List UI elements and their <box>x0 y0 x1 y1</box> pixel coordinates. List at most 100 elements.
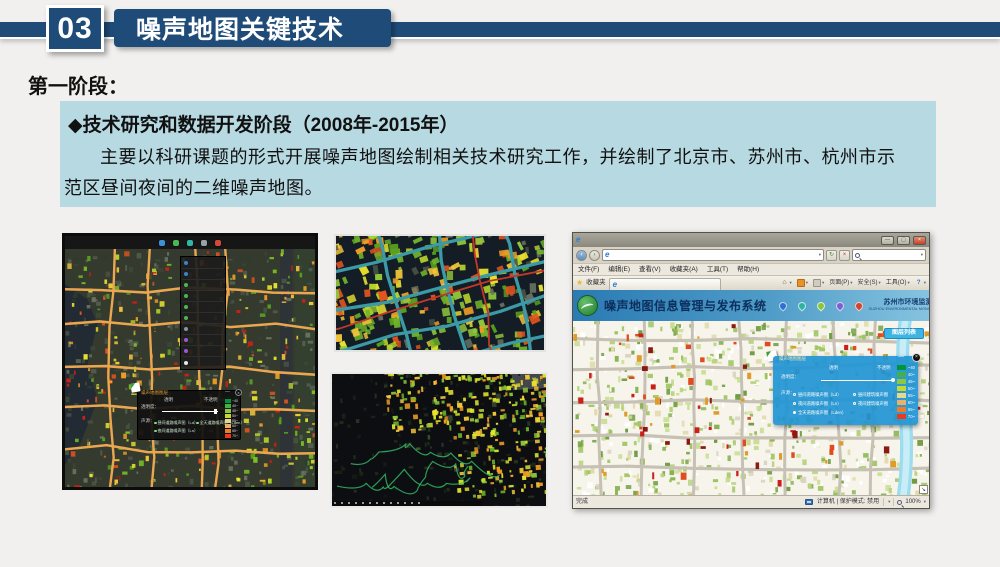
3d-city-noise-render <box>336 236 544 350</box>
legend-swatch <box>225 414 231 418</box>
radio-icon <box>793 411 796 414</box>
screenshot-noise-map-app: 电子地图卫星地图噪声地图噪声监测噪声投诉功能区划环境质量敏感建筑道路信息图层管理… <box>62 233 318 490</box>
layer-menu-item[interactable]: 噪声地图 <box>182 280 224 291</box>
radio-icon <box>154 430 157 433</box>
browser-commandbar: ▾▾▾页面(P)▾安全(S)▾工具(O)▾▾ <box>780 279 926 287</box>
back-button[interactable]: ‹ <box>576 250 587 261</box>
radio-icon <box>853 393 856 396</box>
zoom-icon <box>897 500 902 505</box>
legend-swatch <box>225 434 231 438</box>
layer-menu-item[interactable]: 噪声投诉 <box>182 302 224 313</box>
close-icon[interactable]: × <box>912 353 921 362</box>
radio-icon <box>793 402 796 405</box>
search-input[interactable]: 百度搜索 ▾ <box>852 249 926 261</box>
tab-icon: e <box>613 281 617 289</box>
opacity-slider[interactable] <box>162 411 218 412</box>
organization-name-en: SUZHOU ENVIRONMENTAL MONITOR CENTRE <box>869 307 930 312</box>
legend-swatch <box>897 414 906 420</box>
divider <box>893 498 894 506</box>
pin-blue-icon[interactable] <box>159 240 165 246</box>
section-title-box: 噪声地图关键技术 <box>114 9 391 47</box>
layers-corner-icon[interactable] <box>130 382 140 392</box>
layer-menu-item[interactable]: 噪声监测 <box>182 291 224 302</box>
layer-menu-item[interactable]: 道路信息 <box>182 346 224 357</box>
pin-green-icon[interactable] <box>173 240 179 246</box>
pin-teal-icon[interactable] <box>796 300 807 311</box>
noise-layer-option[interactable]: 夜间道路噪声图（Ln） <box>154 427 198 435</box>
command-item[interactable]: ▾ <box>915 279 926 287</box>
noise-layer-option[interactable]: 全天道路噪声图（Lden） <box>793 408 846 417</box>
layer-menu-item[interactable]: 环境质量 <box>182 324 224 335</box>
content-body-line1: 主要以科研课题的形式开展噪声地图绘制相关技术研究工作，并绘制了北京市、苏州市、杭… <box>100 143 896 169</box>
layer-menu-item[interactable]: 图层管理 <box>182 357 224 368</box>
radio-icon <box>853 402 856 405</box>
command-item[interactable]: ▾ <box>813 279 824 287</box>
layer-icon <box>184 272 188 276</box>
radio-icon <box>196 422 199 425</box>
noise-layer-option[interactable]: 昼间道路噪声图（Ld） <box>154 419 198 427</box>
pin-red-icon[interactable] <box>215 240 221 246</box>
opacity-slider-thumb[interactable] <box>891 378 895 382</box>
computer-icon <box>805 499 813 505</box>
noise-layer-options: 昼间建筑噪声图夜间建筑噪声图 <box>853 390 888 408</box>
browser-menubar: 文件(F)编辑(E)查看(V)收藏夹(A)工具(T)帮助(H) <box>573 263 929 275</box>
close-icon[interactable]: × <box>235 389 242 396</box>
pin-teal-icon[interactable] <box>187 240 193 246</box>
noise-layer-options: 昼间道路噪声图（Ld）夜间道路噪声图（Ln） <box>154 419 198 435</box>
opacity-slider[interactable] <box>821 380 895 381</box>
noise-layer-option[interactable]: 昼间建筑噪声图 <box>853 390 888 399</box>
pin-gray-icon[interactable] <box>201 240 207 246</box>
close-button[interactable]: × <box>913 236 926 245</box>
content-body-line2: 范区昼间夜间的二维噪声地图。 <box>64 174 323 200</box>
pin-green-icon[interactable] <box>815 300 826 311</box>
stop-button[interactable]: × <box>839 250 850 261</box>
noise-legend: ~4040~45~50~55~60~65~70~ <box>225 398 238 438</box>
image-3d-noise-map <box>334 234 546 352</box>
webapp-noise-panel: 噪声地图图层 — × 透明 不透明 透明度： 声源： 昼间道路噪声图（Ld）夜间… <box>773 356 918 425</box>
print-icon <box>813 279 821 287</box>
webapp-map-area: 图层列表 噪声地图图层 — × 透明 不透明 透明度： 声源： 昼间道路噪声图（… <box>573 321 929 495</box>
leftapp-noise-panel: 噪声地图图层 — × 透明 不透明 透明度： 声源： 昼间道路噪声图（Ld）夜间… <box>137 390 241 440</box>
layer-icon <box>184 338 188 342</box>
legend-swatch <box>897 407 906 413</box>
address-field[interactable]: e D:\project\苏州噪声地图\FlexCode\bin-debug\i… <box>602 249 824 261</box>
noise-layer-option[interactable]: 夜间道路噪声图（Ln） <box>793 399 846 408</box>
window-titlebar[interactable]: e 城市环境噪声信息管理系统 - Windows Internet Explor… <box>573 233 929 247</box>
pin-blue-icon[interactable] <box>777 300 788 311</box>
render-info-strip <box>332 501 482 506</box>
noise-layer-option[interactable]: 夜间建筑噪声图 <box>853 399 888 408</box>
minimize-button[interactable]: — <box>881 236 894 245</box>
layer-menu-item[interactable]: 电子地图 <box>182 258 224 269</box>
browser-tab[interactable]: e 城市环境噪声信息管理系统 <box>609 278 721 291</box>
opacity-slider-thumb[interactable] <box>214 409 217 414</box>
command-item[interactable]: ▾ <box>780 279 791 287</box>
command-item[interactable]: ▾ <box>797 279 808 287</box>
layer-list-button[interactable]: 图层列表 <box>884 328 924 339</box>
layer-menu-item[interactable]: 敏感建筑 <box>182 335 224 346</box>
legend-swatch <box>897 379 906 385</box>
refresh-button[interactable]: ↻ <box>826 250 837 261</box>
image-3d-terrain-noise-map <box>330 372 548 508</box>
screenshot-ie-browser: e 城市环境噪声信息管理系统 - Windows Internet Explor… <box>572 232 930 509</box>
layer-menu-item[interactable]: 功能区划 <box>182 313 224 324</box>
layer-icon <box>184 327 188 331</box>
forward-button[interactable]: › <box>589 250 600 261</box>
home-red-icon[interactable] <box>853 300 864 311</box>
webapp-logo-icon <box>577 295 598 316</box>
ie-page-icon: e <box>605 251 609 259</box>
layer-menu-item[interactable]: 卫星地图 <box>182 269 224 280</box>
pin-purple-icon[interactable] <box>834 300 845 311</box>
section-title: 噪声地图关键技术 <box>136 10 344 46</box>
legend-swatch <box>225 399 231 403</box>
map-resize-icon[interactable]: ↘ <box>919 485 928 494</box>
favorites-bar: ★ 收藏夹 e 城市环境噪声信息管理系统 ▾▾▾页面(P)▾安全(S)▾工具(O… <box>573 275 929 290</box>
legend-swatch <box>897 372 906 378</box>
help-icon <box>915 279 923 287</box>
favorites-star-icon[interactable]: ★ <box>576 279 583 287</box>
stage-label: 第一阶段： <box>28 70 128 99</box>
divider <box>883 498 884 506</box>
leftapp-layer-menu: 电子地图卫星地图噪声地图噪声监测噪声投诉功能区划环境质量敏感建筑道路信息图层管理 <box>180 256 226 370</box>
noise-layer-option[interactable]: 昼间道路噪声图（Ld） <box>793 390 846 399</box>
maximize-button[interactable]: ▢ <box>897 236 910 245</box>
noise-legend: ~4040~45~50~55~60~65~70~ <box>897 364 915 420</box>
